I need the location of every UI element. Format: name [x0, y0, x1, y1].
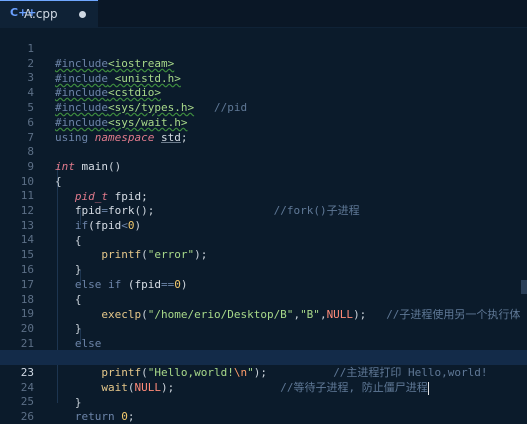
code-line[interactable]: 5 #include<sys/wait.h> — [0, 85, 527, 129]
code-line[interactable]: 14 printf("error"); — [0, 217, 527, 261]
code-line[interactable]: 18 execlp("/home/erio/Desktop/B","B",NUL… — [0, 277, 527, 321]
code-line[interactable]: 6 using namespace std; — [0, 100, 527, 144]
tab-filename: A.cpp — [24, 7, 58, 21]
tab-bar: C++ A.cpp — [0, 0, 527, 27]
code-line[interactable]: 25 return 0; — [0, 379, 527, 423]
code-line[interactable]: 11 fpid=fork(); //fork()子进程 — [0, 173, 527, 217]
code-line[interactable]: 2 #include <unistd.h> — [0, 41, 527, 85]
code-line[interactable]: 4 #include<sys/types.h> //pid — [0, 70, 527, 114]
code-line[interactable]: 3 #include<cstdio> — [0, 55, 527, 99]
line-number: 26 — [20, 410, 34, 423]
code-line[interactable]: 24 } — [0, 365, 527, 409]
code-line[interactable]: 13 { — [0, 203, 527, 247]
code-line[interactable]: 20 else — [0, 306, 527, 350]
code-line[interactable]: 1 #include<iostream> — [0, 26, 527, 70]
code-line[interactable]: 22 printf("Hello,world!\n"); //主进程打印 Hel… — [0, 335, 527, 379]
code-line[interactable]: 10 pid_t fpid; — [0, 159, 527, 203]
code-line-current[interactable]: 23 wait(NULL); //等待子进程, 防止僵尸进程 — [0, 350, 527, 395]
tab-a-cpp[interactable]: C++ A.cpp — [0, 0, 98, 27]
code-line[interactable]: 17 { — [0, 262, 527, 306]
code-line[interactable]: 12 if(fpid<0) — [0, 188, 527, 232]
code-line[interactable]: 15 } — [0, 232, 527, 276]
scrollbar-marker[interactable] — [521, 280, 527, 294]
code-line[interactable]: 26 } — [0, 394, 527, 423]
code-editor[interactable]: C++ A.cpp 1 #include<iostream> 2 #includ… — [0, 0, 527, 424]
code-line[interactable]: 7 — [0, 115, 527, 144]
code-line[interactable]: 16 else if (fpid==0) — [0, 247, 527, 291]
code-line[interactable]: 8 int main() — [0, 129, 527, 173]
unsaved-dot-icon[interactable] — [79, 11, 86, 18]
code-line[interactable]: 19 } — [0, 291, 527, 335]
code-line[interactable]: 9 { — [0, 144, 527, 188]
code-line[interactable]: 21 { — [0, 321, 527, 365]
